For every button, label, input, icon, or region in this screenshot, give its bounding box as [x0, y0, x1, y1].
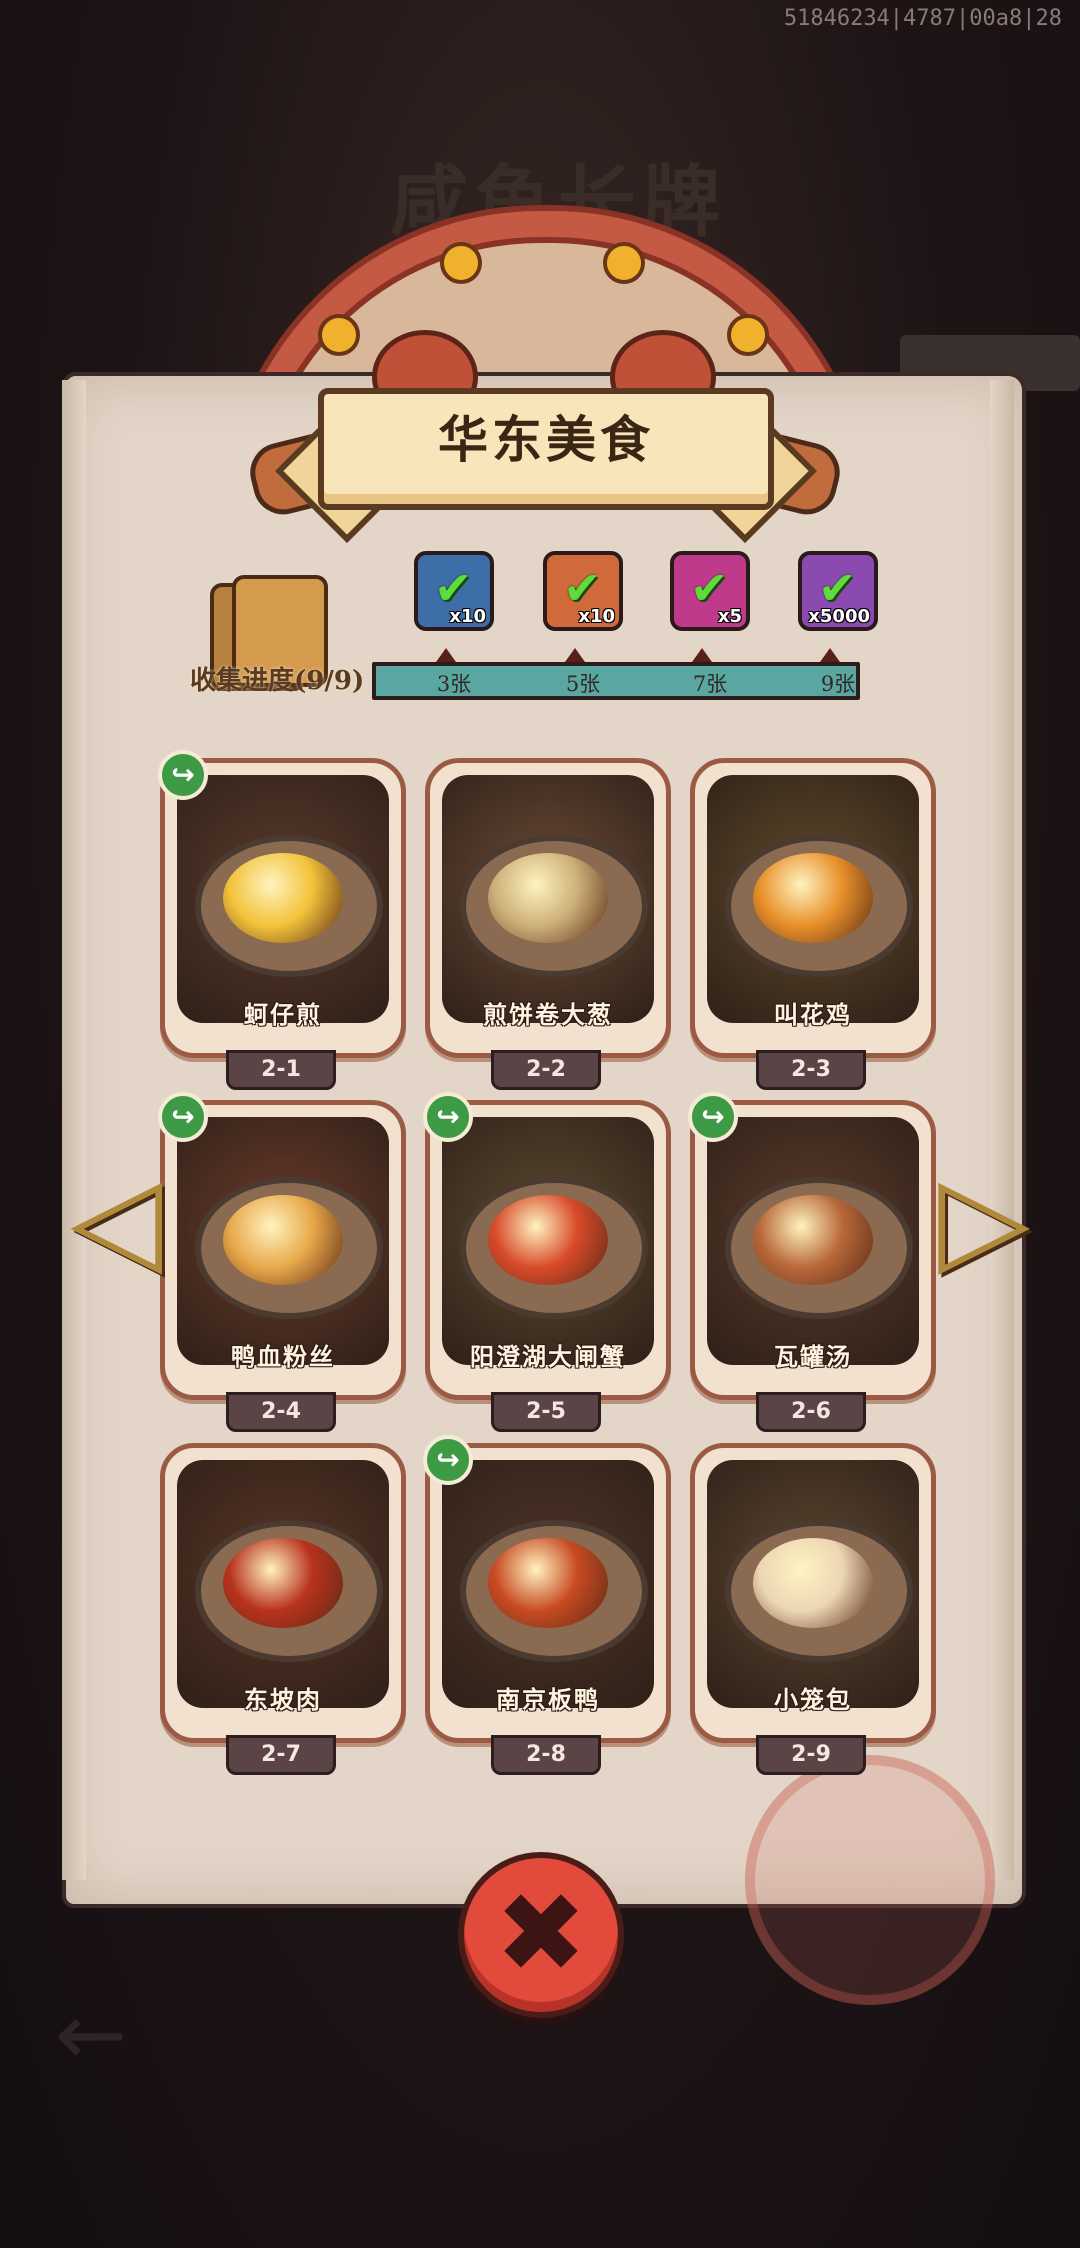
- progress-tick-marker: [692, 648, 712, 662]
- arrow-left-icon[interactable]: ◁: [70, 1160, 162, 1280]
- background-back-arrow-icon: ←: [55, 1985, 128, 2085]
- dish-food: [753, 1538, 873, 1628]
- dish-card[interactable]: 小笼包: [690, 1443, 936, 1743]
- progress-tick-label: 9张: [820, 672, 856, 696]
- dish-card[interactable]: 南京板鸭: [425, 1443, 671, 1743]
- dish-name: 煎饼卷大葱: [483, 1000, 613, 1029]
- dish-tag: 2-3: [756, 1050, 866, 1090]
- dish-card[interactable]: 煎饼卷大葱: [425, 758, 671, 1058]
- panel-edge: [990, 380, 1014, 1880]
- stud: [727, 314, 769, 356]
- dish-illustration: [177, 1117, 389, 1365]
- dish-food: [488, 853, 608, 943]
- dish-card[interactable]: 鸭血粉丝: [160, 1100, 406, 1400]
- share-icon[interactable]: ↪: [688, 1092, 738, 1142]
- dish-name: 南京板鸭: [496, 1685, 600, 1714]
- dish-illustration: [707, 1117, 919, 1365]
- stud: [603, 242, 645, 284]
- reward-qty: x10: [578, 606, 615, 627]
- progress-tick-marker: [436, 648, 456, 662]
- dish-name: 蚵仔煎: [244, 1000, 322, 1029]
- dish-tag: 2-1: [226, 1050, 336, 1090]
- debug-id: 51846234|4787|00a8|28: [783, 6, 1062, 31]
- dish-illustration: [707, 1460, 919, 1708]
- dish-illustration: [442, 1460, 654, 1708]
- dish-tag: 2-4: [226, 1392, 336, 1432]
- close-button[interactable]: ✖: [458, 1852, 624, 2018]
- share-icon[interactable]: ↪: [423, 1092, 473, 1142]
- arrow-right-icon[interactable]: ▷: [938, 1160, 1030, 1280]
- reward-qty: x5000: [808, 606, 870, 627]
- share-icon[interactable]: ↪: [423, 1435, 473, 1485]
- dish-food: [223, 853, 343, 943]
- dish-card[interactable]: 东坡肉: [160, 1443, 406, 1743]
- dish-illustration: [177, 1460, 389, 1708]
- progress-tick-label: 5张: [565, 672, 601, 696]
- dish-illustration: [442, 775, 654, 1023]
- dish-tag: 2-9: [756, 1735, 866, 1775]
- dish-name: 鸭血粉丝: [231, 1342, 335, 1371]
- reward-hammer[interactable]: ✔ x10: [543, 551, 623, 631]
- dish-food: [223, 1538, 343, 1628]
- dish-tag: 2-8: [491, 1735, 601, 1775]
- progress-tick-marker: [820, 648, 840, 662]
- progress-tick-marker: [565, 648, 585, 662]
- dish-illustration: [707, 775, 919, 1023]
- reward-chest[interactable]: ✔ x10: [414, 551, 494, 631]
- dish-tag: 2-7: [226, 1735, 336, 1775]
- dish-card[interactable]: 叫花鸡: [690, 758, 936, 1058]
- dish-food: [488, 1195, 608, 1285]
- dish-illustration: [442, 1117, 654, 1365]
- progress-tick-label: 7张: [692, 672, 728, 696]
- dish-tag: 2-2: [491, 1050, 601, 1090]
- dish-illustration: [177, 775, 389, 1023]
- collection-progress-label: 收集进度(9/9): [190, 666, 365, 696]
- dish-card[interactable]: 阳澄湖大闸蟹: [425, 1100, 671, 1400]
- dish-name: 瓦罐汤: [774, 1342, 852, 1371]
- dish-food: [223, 1195, 343, 1285]
- wax-stamp: [745, 1755, 995, 2005]
- panel-edge: [62, 380, 86, 1880]
- dish-name: 叫花鸡: [774, 1000, 852, 1029]
- close-icon: ✖: [494, 1869, 588, 1997]
- reward-gem[interactable]: ✔ x5: [670, 551, 750, 631]
- dish-food: [753, 1195, 873, 1285]
- reward-crystal[interactable]: ✔ x5000: [798, 551, 878, 631]
- dish-tag: 2-6: [756, 1392, 866, 1432]
- share-icon[interactable]: ↪: [158, 1092, 208, 1142]
- dish-food: [753, 853, 873, 943]
- reward-qty: x10: [449, 606, 486, 627]
- stud: [318, 314, 360, 356]
- dish-card[interactable]: 蚵仔煎: [160, 758, 406, 1058]
- dish-tag: 2-5: [491, 1392, 601, 1432]
- dish-name: 小笼包: [774, 1685, 852, 1714]
- reward-qty: x5: [717, 606, 742, 627]
- dish-food: [488, 1538, 608, 1628]
- page-title: 华东美食: [438, 410, 654, 469]
- share-icon[interactable]: ↪: [158, 750, 208, 800]
- stud: [440, 242, 482, 284]
- dish-card[interactable]: 瓦罐汤: [690, 1100, 936, 1400]
- dish-name: 东坡肉: [244, 1685, 322, 1714]
- dish-name: 阳澄湖大闸蟹: [470, 1342, 626, 1371]
- progress-tick-label: 3张: [436, 672, 472, 696]
